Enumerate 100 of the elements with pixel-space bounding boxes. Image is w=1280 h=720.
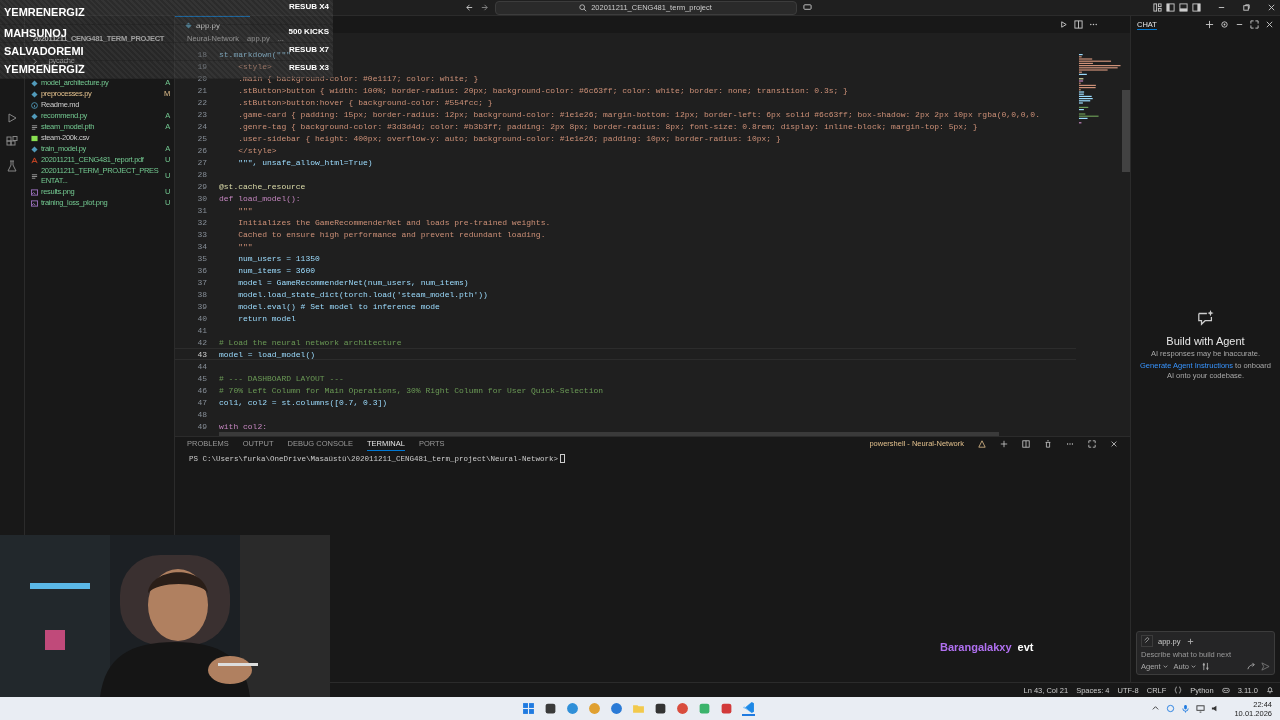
info-icon <box>31 101 38 109</box>
chevron-icon <box>31 57 38 65</box>
line-number: 37 <box>196 277 208 287</box>
monitor-icon[interactable] <box>1196 704 1206 713</box>
code-line: .genre-tag { background-color: #3d3d4d; color: #b3b3ff; padding: 2px 8px; border-radius: 8px; font-size: 0.8rem; display: inline-block; margin-top: 5px; } <box>237 121 978 131</box>
chat-heading: Build with Agent <box>1166 335 1245 347</box>
table-icon <box>31 134 38 142</box>
line-number: 27 <box>196 157 208 167</box>
line-number: 33 <box>196 229 208 239</box>
code-line: .stButton>button { width: 100%; border-radius: 20px; background-color: #6c63ff; color: white; border: none; transition: 0.3s; } <box>237 85 848 95</box>
attach-icon[interactable] <box>1141 635 1153 647</box>
search-icon <box>579 3 588 12</box>
trash-icon[interactable] <box>1044 439 1052 448</box>
line-number: 45 <box>196 373 208 383</box>
start-icon[interactable] <box>522 702 535 715</box>
line-number: 25 <box>196 133 208 143</box>
code-line: def load_model(): <box>219 193 301 203</box>
microphone-icon[interactable] <box>1181 704 1191 713</box>
layout-icon[interactable] <box>1153 3 1162 12</box>
split-icon[interactable] <box>1022 439 1030 448</box>
code-line: model.eval() # Set model to inference mode <box>237 301 440 311</box>
alert-username: SALVADOREMI <box>4 46 84 57</box>
code-line: <style> <box>237 61 272 71</box>
chat-message: evt <box>1017 641 1034 653</box>
lines-icon <box>31 123 38 131</box>
pdf-icon <box>31 156 38 164</box>
caret-icon <box>1190 663 1198 670</box>
image-icon <box>31 188 38 196</box>
line-number: 28 <box>196 169 208 179</box>
line-number: 40 <box>196 313 208 323</box>
code-line: with col2: <box>219 421 267 431</box>
close-icon[interactable] <box>1267 3 1276 12</box>
line-number: 23 <box>196 109 208 119</box>
code-line: num_users = 11350 <box>237 253 320 263</box>
maximize-icon[interactable] <box>1088 439 1096 448</box>
sidebar-toggle-icon[interactable] <box>1192 3 1201 12</box>
terminal-cursor <box>560 454 566 463</box>
plus-icon[interactable] <box>1205 20 1214 29</box>
panel-toggle-icon[interactable] <box>1179 3 1188 12</box>
line-number: 26 <box>196 145 208 155</box>
close-icon[interactable] <box>1110 439 1118 448</box>
chevron-up-icon[interactable] <box>1151 704 1161 713</box>
chat-username: Barangalakxy <box>940 641 1012 653</box>
code-editor-icon[interactable] <box>742 701 755 714</box>
code-line: .main { background-color: #0e1117; color: white; } <box>237 73 479 83</box>
code-line: .stButton>button:hover { background-color: #554fcc; } <box>237 97 493 107</box>
code-line: @st.cache_resource <box>219 181 306 191</box>
scrollbar-thumb[interactable] <box>1122 90 1130 172</box>
line-number: 30 <box>196 193 208 203</box>
sidebar-toggle-icon[interactable] <box>1166 3 1175 12</box>
bell-icon[interactable] <box>1266 686 1274 694</box>
app-icon[interactable] <box>654 702 667 715</box>
code-line: Cached to ensure high performance and prevent redundant loading. <box>237 229 546 239</box>
line-number: 29 <box>196 181 208 191</box>
code-line: col1, col2 = st.columns([0.7, 0.3]) <box>219 397 388 407</box>
browser-icon[interactable] <box>676 702 689 715</box>
run-icon[interactable] <box>1059 20 1068 29</box>
line-number: 24 <box>196 121 208 131</box>
settings-icon[interactable] <box>1220 20 1229 29</box>
image-icon <box>31 199 38 207</box>
browser-icon[interactable] <box>610 702 623 715</box>
braces-icon <box>1174 686 1183 694</box>
line-number: 34 <box>196 241 208 251</box>
editor-tab[interactable]: app.py <box>175 16 251 33</box>
line-number: 46 <box>196 385 208 395</box>
forward-arrow-icon[interactable] <box>479 3 489 12</box>
line-number: 35 <box>196 253 208 263</box>
code-line: Initializes the GameRecommenderNet and loads pre-trained weights. <box>237 217 551 227</box>
line-number: 32 <box>196 217 208 227</box>
alert-event: RESUB X7 <box>289 44 329 54</box>
line-number: 20 <box>196 73 208 83</box>
alert-event: RESUB X3 <box>289 62 329 72</box>
plus-icon[interactable] <box>1185 636 1195 646</box>
line-number: 41 <box>196 325 208 335</box>
line-number: 39 <box>196 301 208 311</box>
extensions-icon[interactable] <box>6 136 18 148</box>
alert-username: YEMRENERGIZ <box>4 64 85 75</box>
split-editor-icon[interactable] <box>1074 20 1083 29</box>
chat-sparkle-icon <box>1196 309 1215 327</box>
line-number: 48 <box>196 409 208 419</box>
line-number: 38 <box>196 289 208 299</box>
code-line: </style> <box>237 145 277 155</box>
code-line: # --- DASHBOARD LAYOUT --- <box>219 373 344 383</box>
forward-icon[interactable] <box>1247 662 1256 671</box>
maximize-icon[interactable] <box>1250 20 1259 29</box>
debug-icon[interactable] <box>6 112 18 124</box>
close-icon[interactable] <box>1265 20 1274 29</box>
plus-icon[interactable] <box>1000 439 1008 448</box>
flask-icon[interactable] <box>6 160 18 172</box>
caret-icon <box>1161 663 1169 670</box>
browser-icon[interactable] <box>566 702 579 715</box>
line-number: 31 <box>196 205 208 215</box>
line-number: 36 <box>196 265 208 275</box>
code-line: .game-card { padding: 15px; border-radius: 12px; background-color: #1e1e26; margin-bottom: 12px; border-left: 6px solid #6c63ff; box-shadow: 2px 2px 10px rgba(0,0,0,0. <box>237 109 1040 119</box>
diamond-icon <box>185 21 192 29</box>
send-icon[interactable] <box>1261 662 1270 671</box>
restore-icon[interactable] <box>1242 3 1251 12</box>
back-arrow-icon[interactable] <box>464 3 474 12</box>
code-line: model = GameRecommenderNet(num_users, num_items) <box>237 277 469 287</box>
code-line: .user-sidebar { height: 400px; overflow-y: auto; background-color: #1e1e26; padding: 10px; border-radius: 10px; } <box>237 133 781 143</box>
